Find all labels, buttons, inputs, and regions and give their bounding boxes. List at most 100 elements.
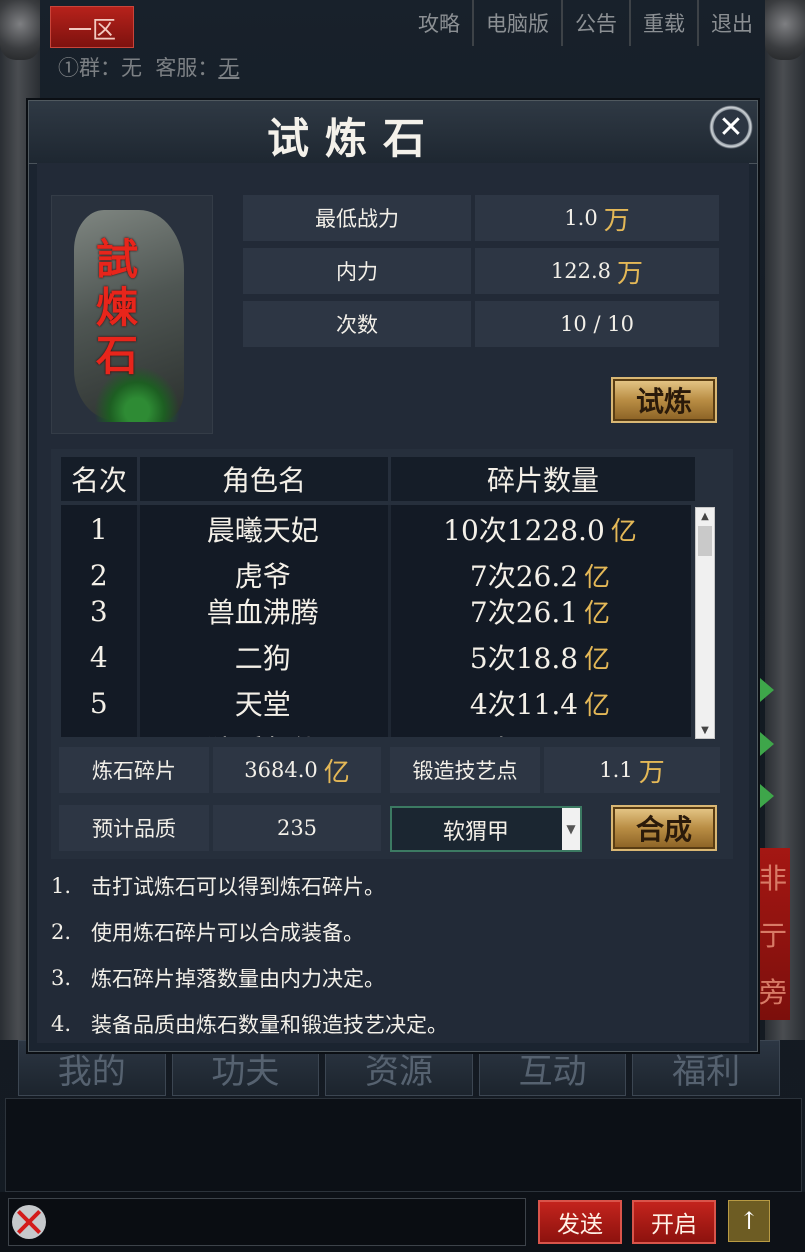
scroll-thumb[interactable] — [698, 526, 712, 556]
menu-guide[interactable]: 攻略 — [406, 0, 472, 46]
scroll-up-icon[interactable]: ▲ — [696, 508, 714, 524]
stone-char: 石 — [95, 331, 138, 380]
stat-value: 10 / 10 — [560, 312, 634, 336]
row-unit: 亿 — [584, 598, 611, 629]
note-number: 2. — [51, 920, 72, 944]
note-text: 使用炼石碎片可以合成装备。 — [91, 921, 364, 945]
stone-char: 煉 — [95, 283, 138, 332]
forge-value-cell: 1.1 万 — [544, 747, 720, 793]
row-count: 7次26.1 — [469, 596, 579, 629]
row-unit: 亿 — [584, 731, 610, 738]
stat-value: 1.0 — [564, 206, 598, 230]
ranking-list[interactable]: 1 晨曦天妃 10次1228.0 亿 2 虎爷 7次26.2 亿 3 兽血沸腾 7次… — [61, 505, 691, 737]
side-arrow-icon[interactable] — [760, 678, 774, 702]
forge-unit: 万 — [638, 757, 665, 788]
quality-label: 预计品质 — [59, 805, 209, 851]
group-info: ①群：无 客服：无 — [58, 52, 239, 82]
open-button[interactable]: 开启 — [632, 1200, 716, 1244]
note-number: 1. — [51, 874, 72, 898]
row-count: 10次1228.0 — [443, 514, 605, 547]
row-unit: 亿 — [584, 690, 611, 721]
chat-input[interactable] — [8, 1198, 526, 1246]
row-rank: 4 — [89, 640, 108, 674]
group-label: ①群：无 — [58, 56, 142, 80]
stat-label: 次数 — [243, 301, 471, 347]
stat-unit: 万 — [617, 258, 644, 289]
zone-button[interactable]: 一区 — [50, 6, 134, 48]
menu-reload[interactable]: 重载 — [629, 0, 697, 46]
scroll-up-button[interactable]: ↑ — [728, 1200, 770, 1242]
row-count: 4次11.4 — [469, 688, 579, 721]
fragments-value: 3684.0 — [244, 758, 318, 782]
header-name: 角色名 — [140, 457, 388, 501]
equipment-select[interactable]: 软猬甲 ▼ — [390, 806, 582, 852]
list-item: 2. 使用炼石碎片可以合成装备。 — [51, 909, 731, 955]
row-count-cell: 5次18.8 亿 — [389, 635, 691, 679]
note-number: 4. — [51, 1012, 72, 1036]
row-count: 5次18.8 — [469, 642, 579, 675]
table-row: 5 天堂 4次11.4 亿 — [61, 681, 691, 725]
mute-icon[interactable] — [12, 1205, 46, 1239]
fragments-label: 炼石碎片 — [59, 747, 209, 793]
forge-label: 锻造技艺点 — [390, 747, 540, 793]
menu-pc-version[interactable]: 电脑版 — [472, 0, 561, 46]
side-arrow-icon[interactable] — [760, 784, 774, 808]
ranking-scrollbar[interactable]: ▲ ▼ — [695, 507, 715, 739]
header-fragments: 碎片数量 — [391, 457, 695, 501]
stone-inscription: 試 煉 石 — [92, 236, 142, 380]
ranking-side-tab[interactable]: 非 亍 旁 — [756, 848, 790, 1020]
stat-label: 内力 — [243, 248, 471, 294]
trial-stone-dialog: 试炼 石 ✕ 試 煉 石 最低战力 1.0 万 内力 122.8 万 次数 10 / … — [28, 100, 758, 1052]
row-rank: 3 — [89, 594, 108, 628]
row-name: 晨曦天妃 — [206, 514, 319, 547]
ranking-header: 名次 角色名 碎片数量 — [61, 457, 709, 501]
stat-value-cell: 122.8 万 — [475, 248, 719, 294]
chevron-down-icon[interactable]: ▼ — [562, 808, 580, 850]
row-rank: 6 — [61, 727, 137, 738]
table-row: 3 兽血沸腾 7次26.1 亿 — [61, 589, 691, 633]
stat-min-power: 最低战力 1.0 万 — [243, 195, 719, 241]
ranking-panel: 名次 角色名 碎片数量 1 晨曦天妃 10次1228.0 亿 2 虎爷 7次26.… — [51, 449, 733, 859]
row-unit: 亿 — [584, 562, 611, 593]
pillar-cap-decoration — [0, 0, 40, 60]
equipment-select-value: 软猬甲 — [442, 820, 509, 845]
notes-list: 1. 击打试炼石可以得到炼石碎片。 2. 使用炼石碎片可以合成装备。 3. 炼石碎片掉… — [51, 863, 731, 1047]
service-link[interactable]: 无 — [218, 56, 239, 80]
row-count-cell: 4次11.4 亿 — [389, 681, 691, 725]
top-bar: 一区 攻略 电脑版 公告 重载 退出 — [40, 0, 765, 48]
send-button[interactable]: 发送 — [538, 1200, 622, 1244]
row-unit: 亿 — [584, 644, 611, 675]
menu-announcement[interactable]: 公告 — [561, 0, 629, 46]
row-count-cell: 7次26.1 亿 — [389, 589, 691, 633]
table-row: 4 二狗 5次18.8 亿 — [61, 635, 691, 679]
row-name: 二狗 — [234, 642, 291, 675]
compose-button[interactable]: 合成 — [611, 805, 717, 851]
rank-strip-char: 旁 — [758, 976, 787, 1010]
row-count-cell: 5次10.0 亿 — [389, 727, 691, 737]
note-text: 炼石碎片掉落数量由内力决定。 — [91, 967, 385, 991]
fragments-unit: 亿 — [323, 757, 350, 788]
row-name: 天堂 — [234, 688, 291, 721]
stat-value-cell: 1.0 万 — [475, 195, 719, 241]
fragments-value-cell: 3684.0 亿 — [213, 747, 381, 793]
rank-strip-char: 非 — [758, 861, 787, 895]
note-text: 击打试炼石可以得到炼石碎片。 — [91, 875, 385, 899]
row-rank: 5 — [89, 686, 108, 720]
trial-button[interactable]: 试炼 — [611, 377, 717, 423]
stone-char: 試 — [95, 235, 138, 284]
trial-stone-image: 試 煉 石 — [51, 195, 213, 434]
menu-exit[interactable]: 退出 — [697, 0, 765, 46]
list-item: 4. 装备品质由炼石数量和锻造技艺决定。 — [51, 1001, 731, 1047]
note-number: 3. — [51, 966, 72, 990]
scroll-down-icon[interactable]: ▼ — [696, 722, 714, 738]
list-item: 1. 击打试炼石可以得到炼石碎片。 — [51, 863, 731, 909]
row-count: 5次10.0 — [470, 729, 578, 737]
row-rank: 1 — [89, 512, 108, 546]
chat-log — [5, 1098, 802, 1192]
forge-value: 1.1 — [599, 758, 633, 782]
table-row: 6 独孤剑仙 5次10.0 亿 — [61, 727, 691, 738]
side-arrow-icon[interactable] — [760, 732, 774, 756]
close-icon[interactable]: ✕ — [709, 105, 753, 149]
stat-value-cell: 10 / 10 — [475, 301, 719, 347]
dialog-body: 試 煉 石 最低战力 1.0 万 内力 122.8 万 次数 10 / 10 试炼 … — [37, 163, 749, 1043]
